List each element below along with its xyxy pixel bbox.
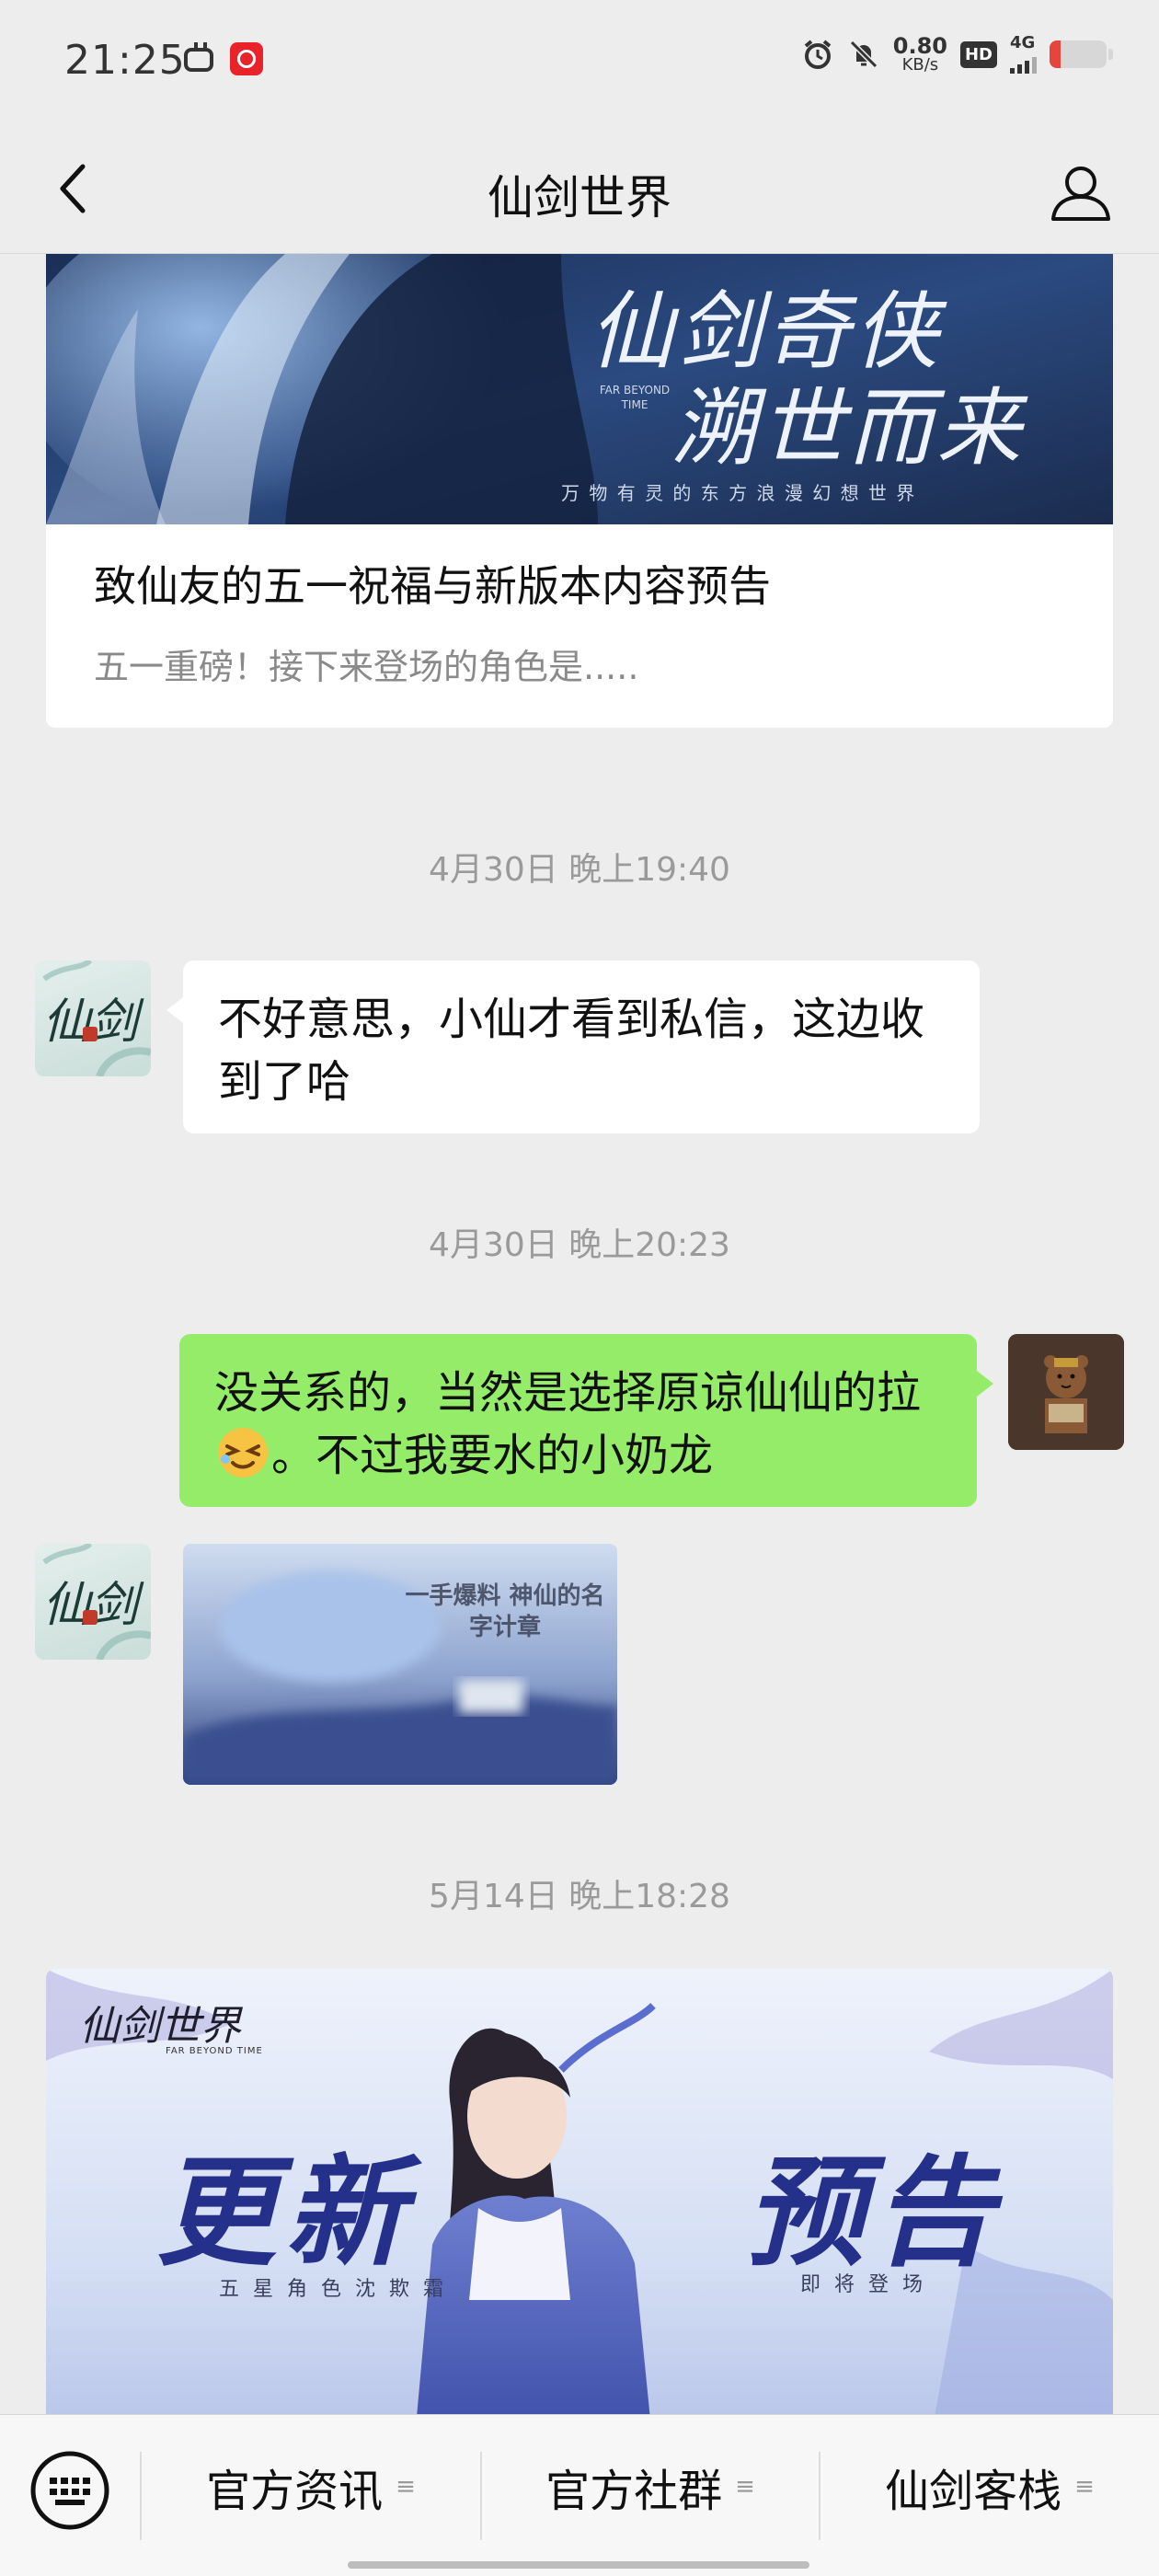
menu-official-news[interactable]: 官方资讯 ≡ — [142, 2441, 480, 2533]
message-list[interactable]: 仙剑奇侠 溯世而来 FAR BEYOND TIME 万 物 有 灵 的 东 方 … — [0, 254, 1159, 2414]
submenu-icon: ≡ — [1074, 2473, 1095, 2501]
timestamp: 4月30日 晚上19:40 — [429, 851, 730, 889]
message-bubble-outgoing[interactable]: 没关系的，当然是选择原谅仙仙的拉 。不过我要水的小奶龙 — [179, 1334, 993, 1507]
banner-logo: 仙剑世界 — [79, 2003, 241, 2050]
bear-avatar-icon — [1008, 1334, 1124, 1450]
message-text-part1: 没关系的，当然是选择原谅仙仙的拉 — [214, 1367, 922, 1419]
banner-en-text: FAR BEYOND TIME — [599, 384, 671, 411]
menu-label: 仙剑客栈 — [885, 2466, 1062, 2517]
banner-logo-en: FAR BEYOND TIME — [166, 2046, 263, 2056]
banner-title-line2: 溯世而来 — [671, 379, 1026, 477]
menu-label: 官方社群 — [545, 2466, 723, 2517]
alarm-icon — [804, 40, 832, 69]
banner-heading-right: 预告 — [745, 2142, 1004, 2283]
status-indicators: 0.80 KB/s HD 4G — [801, 35, 1113, 74]
hd-badge: HD — [959, 40, 997, 68]
banner-slogan: 万 物 有 灵 的 东 方 浪 漫 幻 想 世 界 — [561, 482, 917, 504]
tv-icon — [184, 48, 213, 72]
person-icon — [1051, 167, 1110, 221]
squint-laugh-emoji-icon — [218, 1428, 268, 1478]
article-subtitle: 五一重磅！接下来登场的角色是..... — [94, 647, 639, 687]
timestamp: 5月14日 晚上18:28 — [429, 1878, 730, 1915]
menu-official-community[interactable]: 官方社群 ≡ — [482, 2441, 819, 2533]
battery-icon — [1050, 40, 1107, 68]
cellular-indicator: 4G — [1010, 35, 1037, 74]
bottom-menu-bar: 官方资讯 ≡ 官方社群 ≡ 仙剑客栈 ≡ — [0, 2414, 1159, 2576]
banner-heading-left: 更新 — [156, 2142, 415, 2283]
page-title: 仙剑世界 — [488, 171, 671, 224]
mute-bell-icon — [849, 40, 878, 69]
chat-screen: 21:25 0.80 KB/s HD 4G 仙剑世界 仙剑奇侠 溯世而来 FAR… — [0, 0, 1159, 2576]
menu-xianjian-inn[interactable]: 仙剑客栈 ≡ — [820, 2441, 1159, 2533]
profile-button[interactable] — [1039, 152, 1122, 235]
submenu-icon: ≡ — [396, 2473, 416, 2501]
banner-sub-right: 即 将 登 场 — [800, 2273, 926, 2296]
message-text: 不好意思，小仙才看到私信，这边收到了哈 — [218, 994, 925, 1108]
image-message[interactable]: 一手爆料 神仙的名字计章 — [183, 1544, 617, 1785]
status-time: 21:25 — [64, 37, 186, 84]
avatar-official[interactable]: 仙剑 — [35, 1544, 151, 1660]
battery-level — [1050, 40, 1061, 68]
image-caption: 一手爆料 神仙的名字计章 — [405, 1582, 605, 1641]
banner-sub-left: 五 星 角 色 沈 欺 霜 — [219, 2278, 447, 2301]
seal-mark — [83, 1027, 98, 1041]
signal-icon — [1010, 53, 1037, 74]
article-card-update[interactable]: 仙剑世界 FAR BEYOND TIME 更新 预告 五 星 角 色 沈 欺 霜… — [46, 1969, 1113, 2414]
timestamp: 4月30日 晚上20:23 — [429, 1226, 730, 1264]
menu-label: 官方资讯 — [206, 2466, 384, 2517]
home-indicator[interactable] — [348, 2561, 809, 2569]
net-speed-value: 0.80 — [892, 33, 947, 59]
battery-tip — [1108, 49, 1113, 60]
keyboard-toggle-button[interactable] — [28, 2448, 112, 2533]
status-app-icons — [184, 42, 263, 75]
net-speed: 0.80 KB/s — [893, 35, 947, 74]
article-banner: 仙剑奇侠 溯世而来 FAR BEYOND TIME 万 物 有 灵 的 东 方 … — [46, 254, 1113, 524]
article-title: 致仙友的五一祝福与新版本内容预告 — [94, 561, 771, 611]
message-bubble-incoming[interactable]: 不好意思，小仙才看到私信，这边收到了哈 — [166, 960, 980, 1133]
message-text-part2: 。不过我要水的小奶龙 — [271, 1430, 714, 1481]
seal-mark — [83, 1610, 98, 1625]
chat-header: 仙剑世界 — [0, 124, 1159, 254]
submenu-icon: ≡ — [735, 2473, 755, 2501]
status-bar: 21:25 0.80 KB/s HD 4G — [0, 0, 1159, 124]
article-card[interactable]: 仙剑奇侠 溯世而来 FAR BEYOND TIME 万 物 有 灵 的 东 方 … — [46, 254, 1113, 728]
music-app-icon — [230, 42, 263, 75]
keyboard-icon — [30, 2451, 109, 2530]
avatar-official[interactable]: 仙剑 — [35, 960, 151, 1076]
net-speed-unit: KB/s — [901, 55, 939, 75]
network-type: 4G — [1010, 33, 1036, 52]
avatar-user[interactable] — [1008, 1334, 1124, 1450]
